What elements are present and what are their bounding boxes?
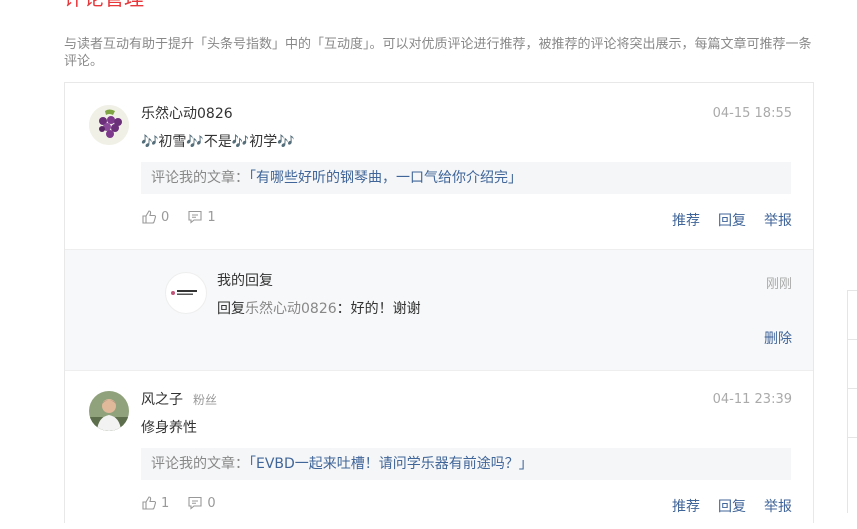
fan-badge: 粉丝 <box>193 393 218 407</box>
comment-actions: 0 1 <box>141 209 230 229</box>
comment-icon <box>188 210 202 224</box>
reply-to-user[interactable]: 乐然心动0826 <box>245 301 337 317</box>
report-button[interactable]: 举报 <box>764 499 792 515</box>
article-reference: 评论我的文章：「EVBD一起来吐槽！请问学乐器有前途吗？」 <box>141 448 791 480</box>
article-reference: 评论我的文章：「有哪些好听的钢琴曲，一口气给你介绍完」 <box>141 162 791 194</box>
reference-prefix: 评论我的文章： <box>151 170 249 186</box>
comment-time: 04-15 18:55 <box>712 106 792 121</box>
comment-username[interactable]: 风之子 <box>141 392 183 408</box>
page-description: 与读者互动有助于提升「头条号指数」中的「互动度」。可以对优质评论进行推荐，被推荐… <box>64 37 812 69</box>
person-avatar-icon <box>89 391 129 431</box>
reply-count: 0 <box>207 495 216 511</box>
like-count: 1 <box>161 495 170 511</box>
comment-list: 乐然心动0826 04-15 18:55 🎶初雪🎶不是🎶初学🎶 评论我的文章：「… <box>64 82 814 523</box>
reply-to-prefix: 回复 <box>217 301 245 317</box>
user-avatar[interactable] <box>89 105 129 145</box>
like-count: 0 <box>161 209 170 225</box>
reply-separator: ： <box>336 301 351 317</box>
comment-item: 乐然心动0826 04-15 18:55 🎶初雪🎶不是🎶初学🎶 评论我的文章：「… <box>65 83 813 371</box>
reply-author: 我的回复 <box>217 273 273 289</box>
side-toolbar-item[interactable] <box>848 291 857 340</box>
comment-username[interactable]: 乐然心动0826 <box>141 105 233 123</box>
like-button[interactable]: 1 <box>141 495 169 511</box>
reply-button[interactable]: 回复 <box>718 499 746 515</box>
account-logo-icon <box>171 290 197 295</box>
like-button[interactable]: 0 <box>141 209 169 225</box>
comment-item: 风之子 粉丝 04-11 23:39 修身养性 评论我的文章：「EVBD一起来吐槽… <box>65 369 813 529</box>
reply-count-button[interactable]: 0 <box>187 495 216 511</box>
reply-button[interactable]: 回复 <box>718 213 746 229</box>
recommend-button[interactable]: 推荐 <box>672 213 700 229</box>
user-avatar[interactable] <box>89 391 129 431</box>
thumbs-up-icon <box>142 496 157 510</box>
comment-operations: 推荐 回复 举报 <box>654 210 792 230</box>
reply-time: 刚刚 <box>765 277 792 292</box>
side-toolbar-item[interactable] <box>848 389 857 438</box>
reply-operations: 删除 <box>746 328 792 348</box>
article-link[interactable]: 「EVBD一起来吐槽！请问学乐器有前途吗？」 <box>249 456 533 472</box>
article-link[interactable]: 「有哪些好听的钢琴曲，一口气给你介绍完」 <box>249 170 522 186</box>
comment-operations: 推荐 回复 举报 <box>654 496 792 516</box>
reference-prefix: 评论我的文章： <box>151 456 249 472</box>
side-toolbar-item[interactable] <box>848 340 857 389</box>
delete-button[interactable]: 删除 <box>764 331 792 347</box>
comment-text: 🎶初雪🎶不是🎶初学🎶 <box>141 134 295 150</box>
my-avatar[interactable] <box>165 272 207 314</box>
comment-user: 风之子 粉丝 <box>141 391 217 409</box>
comment-time: 04-11 23:39 <box>712 392 792 407</box>
reply-count: 1 <box>207 209 216 225</box>
reply-count-button[interactable]: 1 <box>187 209 216 225</box>
reply-content: 好的！谢谢 <box>350 301 421 317</box>
reply-section: 我的回复 刚刚 回复乐然心动0826：好的！谢谢 删除 <box>65 249 813 371</box>
reply-text: 回复乐然心动0826：好的！谢谢 <box>217 300 421 318</box>
report-button[interactable]: 举报 <box>764 213 792 229</box>
comment-icon <box>188 496 202 510</box>
comment-actions: 1 0 <box>141 495 230 515</box>
page-title: 评论管理 <box>64 0 144 8</box>
recommend-button[interactable]: 推荐 <box>672 499 700 515</box>
comment-text: 修身养性 <box>141 420 197 436</box>
side-toolbar <box>847 290 857 513</box>
thumbs-up-icon <box>142 210 157 224</box>
grape-avatar-icon <box>89 105 129 145</box>
